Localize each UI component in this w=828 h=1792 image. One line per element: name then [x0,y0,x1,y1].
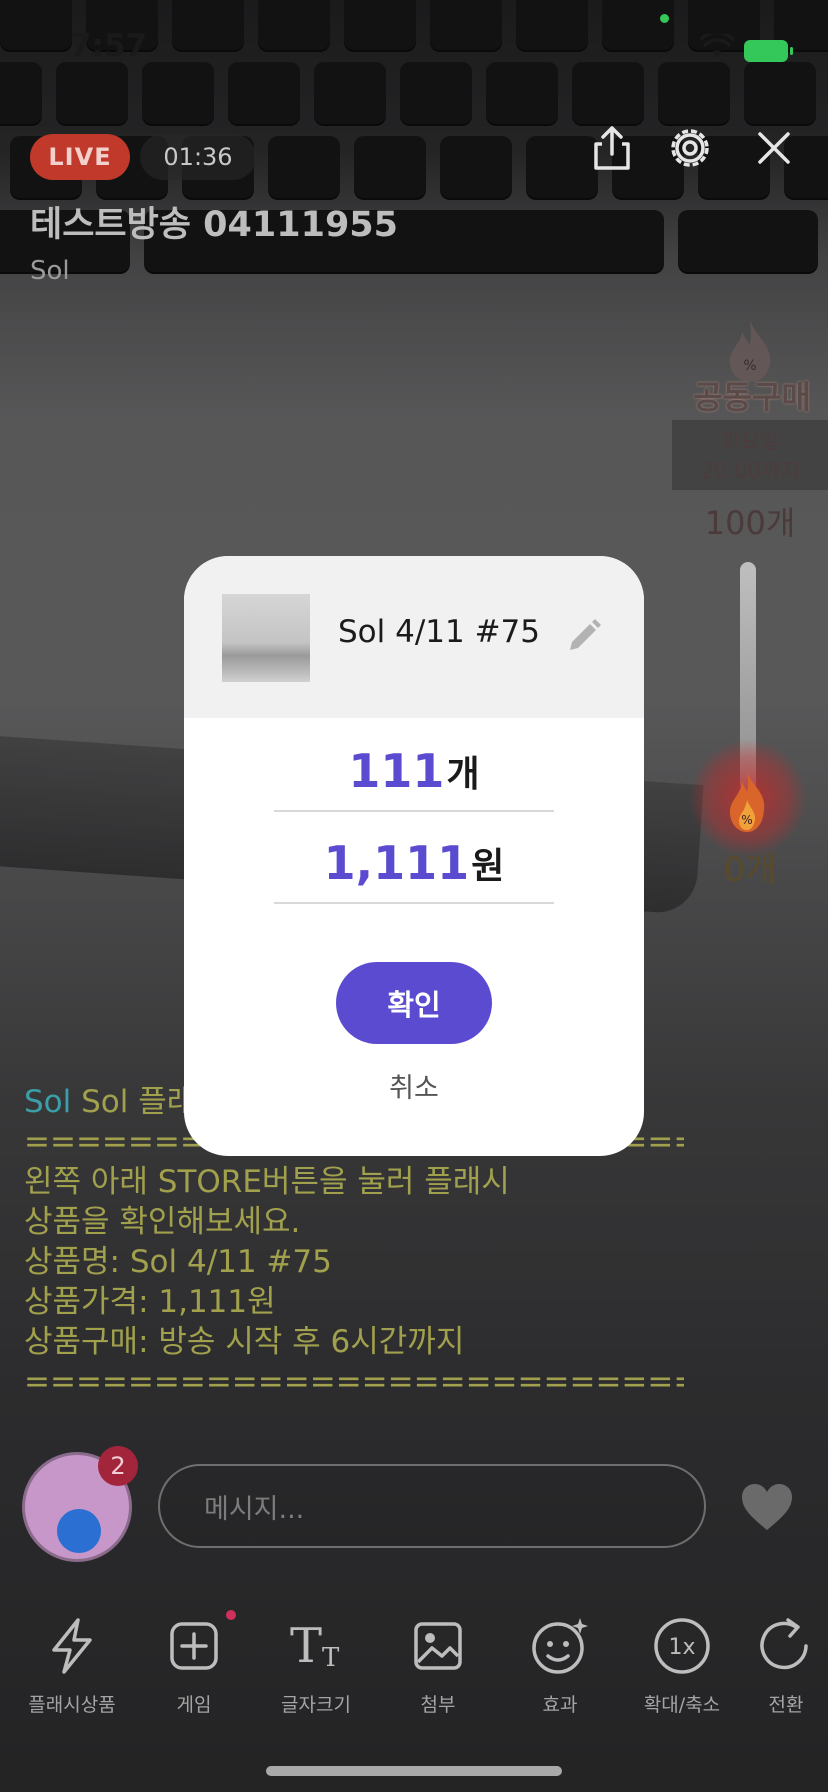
chat-line: 상품을 확인해보세요. [24,1204,301,1240]
tool-label: 게임 [176,1694,212,1716]
message-input[interactable]: 메시지... [158,1464,706,1548]
chat-line: 상품가격: 1,111원 [24,1284,276,1320]
price-field[interactable]: 1,111 원 [274,824,554,904]
confirm-button[interactable]: 확인 [336,962,492,1044]
svg-text:%: % [741,813,752,827]
tool-label: 효과 [542,1694,578,1716]
tool-attach[interactable]: 첨부 [378,1616,498,1717]
tool-flash-product[interactable]: 플래시상품 [12,1616,132,1717]
smile-sparkle-icon [532,1618,588,1674]
tool-label: 확대/축소 [643,1694,721,1716]
dialog-header: Sol 4/11 #75 [184,556,644,718]
elapsed-timer: 01:36 [140,134,256,180]
cancel-button[interactable]: 취소 [314,1066,514,1105]
lightning-icon [52,1618,92,1674]
zoom-1x-icon: 1x [654,1618,710,1674]
svg-text:T: T [290,1618,322,1674]
mic-indicator-dot [660,14,669,23]
close-icon[interactable] [748,122,800,174]
flame-icon: % [730,772,765,832]
svg-text:1x: 1x [668,1635,695,1660]
text-size-icon: T T [290,1618,340,1674]
quantity-value: 111 [348,744,445,798]
tool-label: 플래시상품 [28,1694,116,1716]
heart-icon[interactable] [740,1482,794,1532]
group-buy-deadline: 화요일 20:00까지 [672,420,828,490]
group-buy-current: 0개 [723,850,777,890]
group-buy-label[interactable]: 공동구매 [682,372,822,418]
pencil-icon[interactable] [564,616,604,656]
tool-label: 전환 [768,1694,804,1716]
price-value: 1,111 [323,836,470,890]
avatar-character [57,1509,101,1553]
tool-label: 첨부 [420,1694,456,1716]
chat-author[interactable]: Sol [24,1084,71,1120]
group-buy-target: 100개 [704,504,796,542]
game-notification-dot [226,1610,236,1620]
gear-icon[interactable] [664,122,716,174]
tool-switch[interactable]: 전환 [744,1616,828,1717]
share-icon[interactable] [586,122,638,174]
chat-line: ================================== [24,1364,684,1400]
home-indicator[interactable] [266,1766,562,1776]
live-badge: LIVE [30,134,130,180]
product-name: Sol 4/11 #75 [338,614,540,650]
deadline-time: 20:00까지 [700,459,800,483]
rotate-icon [760,1618,808,1670]
chat-line: 상품구매: 방송 시작 후 6시간까지 [24,1324,465,1360]
viewer-count-badge: 2 [98,1446,138,1486]
chat-line: 상품명: Sol 4/11 #75 [24,1244,332,1280]
wifi-icon [700,34,734,58]
tool-game[interactable]: 게임 [134,1616,254,1717]
bottom-toolbar: 플래시상품 게임 T T 글자크기 첨부 효과 1x 확대/축소 전환 [0,1616,828,1726]
quantity-unit: 개 [446,754,480,795]
battery-icon [744,40,793,62]
plus-square-icon [170,1622,218,1670]
flash-product-dialog: Sol 4/11 #75 111 개 1,111 원 확인 취소 [184,556,644,1156]
tool-effect[interactable]: 효과 [500,1616,620,1717]
host-name: Sol [30,256,70,286]
svg-text:T: T [322,1643,340,1673]
image-icon [414,1622,462,1670]
tool-text-size[interactable]: T T 글자크기 [256,1616,376,1717]
chat-line: 왼쪽 아래 STORE버튼을 눌러 플래시 [24,1164,510,1200]
price-unit: 원 [471,846,505,887]
product-thumbnail [222,594,310,682]
tool-label: 글자크기 [281,1694,351,1716]
tool-zoom[interactable]: 1x 확대/축소 [622,1616,742,1717]
quantity-field[interactable]: 111 개 [274,732,554,812]
stream-title: 테스트방송 04111955 [30,205,399,245]
status-time: 7:57 [70,28,148,64]
deadline-day: 화요일 [721,429,779,453]
